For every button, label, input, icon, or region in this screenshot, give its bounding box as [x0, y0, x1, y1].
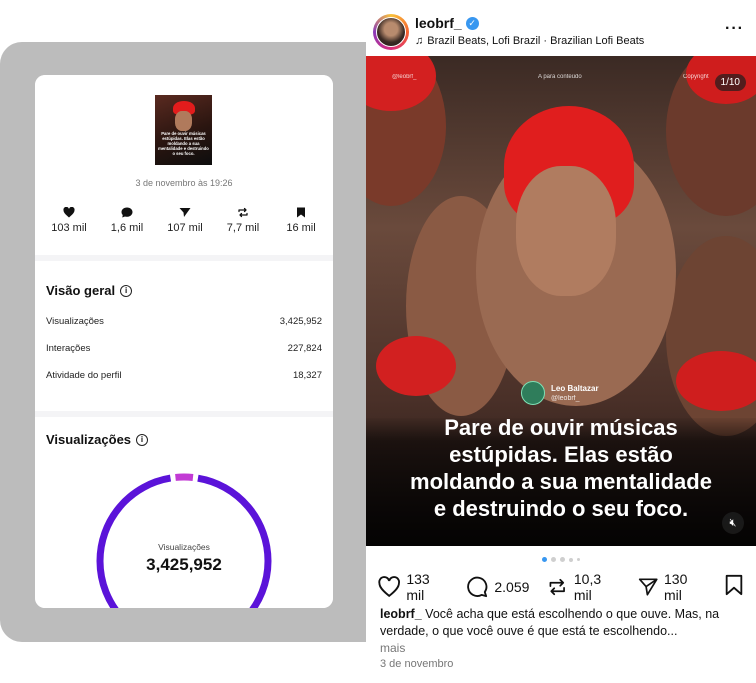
verified-badge-icon: ✓	[465, 16, 479, 30]
comments-count: 1,6 mil	[110, 222, 144, 234]
post-thumbnail[interactable]: Pare de ouvir músicas estúpidas. Elas es…	[155, 95, 212, 165]
save-button[interactable]	[724, 574, 744, 601]
post-image[interactable]: @leobrf_ A para conteúdo Copyright 1/10 …	[366, 56, 756, 546]
post-actions: 133 mil 2.059 10,3 mil 130 mil	[378, 571, 744, 603]
share-icon	[638, 578, 658, 596]
caption-text: Você acha que está escolhendo o que ouve…	[380, 607, 720, 638]
carousel-counter: 1/10	[714, 74, 746, 91]
avatar[interactable]	[376, 17, 406, 47]
views-donut-chart	[91, 468, 277, 608]
comment-button[interactable]: 2.059	[466, 576, 529, 598]
story-ring[interactable]	[373, 14, 409, 50]
comment-icon	[467, 576, 488, 598]
info-icon[interactable]: i	[136, 433, 149, 446]
author-avatar	[521, 381, 545, 405]
caption-username[interactable]: leobrf_	[380, 607, 422, 621]
heart-icon	[378, 576, 400, 598]
post-header-user[interactable]: leobrf_ ✓	[415, 15, 479, 31]
music-link[interactable]: ♫ Brazil Beats, Lofi Brazil · Brazilian …	[415, 35, 644, 47]
info-icon[interactable]: i	[120, 284, 133, 297]
more-options-icon[interactable]: ···	[725, 20, 744, 38]
overview-row-views: Visualizações 3,425,952	[46, 316, 322, 327]
username[interactable]: leobrf_	[415, 15, 462, 31]
repost-icon	[238, 207, 248, 218]
instagram-post: leobrf_ ✓ ♫ Brazil Beats, Lofi Brazil · …	[366, 0, 756, 683]
reposts-count: 10,3 mil	[573, 571, 602, 603]
overlay-text: Pare de ouvir músicas estúpidas. Elas es…	[410, 415, 712, 521]
heart-icon	[63, 207, 75, 218]
carousel-dots	[366, 557, 756, 562]
overlay-author: Leo Baltazar @leobrf_	[521, 381, 599, 405]
stat-shares: 107 mil	[157, 207, 213, 234]
stats-row: 103 mil 1,6 mil 107 mil 7,7 mil 16 mil	[41, 207, 329, 234]
overview-row-interactions: Interações 227,824	[46, 343, 322, 354]
repost-button[interactable]: 10,3 mil	[547, 571, 619, 603]
like-button[interactable]: 133 mil	[378, 571, 448, 603]
stat-likes: 103 mil	[41, 207, 97, 234]
thumbnail-caption: Pare de ouvir músicas estúpidas. Elas es…	[158, 131, 209, 156]
mute-icon[interactable]: 🔇︎	[722, 512, 744, 534]
bookmark-icon	[297, 207, 305, 218]
likes-count: 133 mil	[406, 571, 430, 603]
music-note-icon: ♫	[415, 35, 424, 47]
share-button[interactable]: 130 mil	[638, 571, 706, 603]
repost-icon	[549, 578, 566, 596]
share-icon	[179, 208, 191, 217]
comment-icon	[121, 207, 133, 218]
reposts-count: 7,7 mil	[226, 222, 260, 234]
post-caption: leobrf_ Você acha que está escolhendo o …	[380, 606, 746, 657]
shares-count: 130 mil	[664, 571, 688, 603]
saves-count: 16 mil	[286, 222, 316, 234]
shares-count: 107 mil	[167, 222, 203, 234]
overview-row-profile-activity: Atividade do perfil 18,327	[46, 370, 322, 381]
comments-count: 2.059	[494, 579, 530, 595]
donut-label: Visualizações	[158, 542, 210, 552]
donut-value: 3,425,952	[146, 555, 222, 574]
stat-reposts: 7,7 mil	[215, 207, 271, 234]
bookmark-icon	[725, 574, 743, 595]
overview-title: Visão geral i	[46, 283, 133, 298]
stat-comments: 1,6 mil	[99, 207, 155, 234]
likes-count: 103 mil	[51, 222, 87, 234]
insights-card: Pare de ouvir músicas estúpidas. Elas es…	[35, 75, 333, 608]
more-link[interactable]: mais	[380, 640, 746, 657]
post-date: 3 de novembro às 19:26	[135, 178, 233, 188]
music-title[interactable]: Brazil Beats, Lofi Brazil · Brazilian Lo…	[427, 35, 644, 47]
views-title: Visualizações i	[46, 432, 149, 447]
stat-saves: 16 mil	[273, 207, 329, 234]
post-date: 3 de novembro	[380, 658, 454, 670]
